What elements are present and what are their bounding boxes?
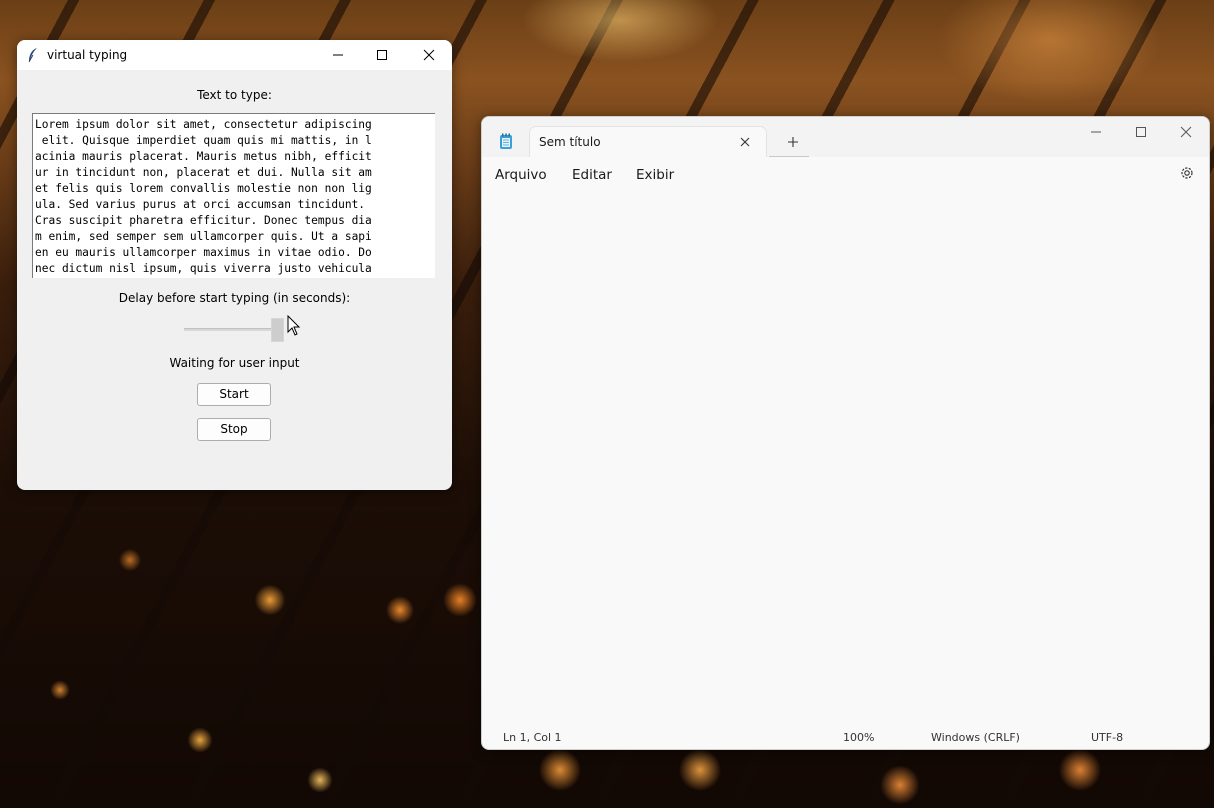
start-button[interactable]: Start: [197, 383, 271, 406]
delay-label: Delay before start typing (in seconds):: [118, 291, 351, 305]
delay-slider-track[interactable]: [184, 328, 280, 331]
cursor-position: Ln 1, Col 1: [503, 731, 562, 744]
minimize-button[interactable]: [1073, 117, 1119, 147]
gear-icon[interactable]: [1179, 165, 1195, 181]
minimize-button[interactable]: [315, 40, 361, 70]
maximize-button[interactable]: [1118, 117, 1164, 147]
close-icon: [1180, 126, 1192, 138]
plus-icon: [788, 137, 798, 147]
text-line: et felis quis lorem convallis molestie n…: [35, 182, 372, 195]
tab-strip: Sem título: [482, 117, 1209, 157]
tab-close-button[interactable]: [736, 133, 754, 151]
stop-button[interactable]: Stop: [197, 418, 271, 441]
text-line: acinia mauris placerat. Mauris metus nib…: [35, 150, 372, 163]
tab-title: Sem título: [539, 135, 601, 149]
menu-editar[interactable]: Editar: [572, 167, 612, 183]
text-line: nec dictum nisl ipsum, quis viverra just…: [35, 262, 372, 275]
close-button[interactable]: [1163, 117, 1209, 147]
menu-bar: Arquivo Editar Exibir: [482, 157, 1209, 193]
encoding: UTF-8: [1091, 731, 1124, 744]
text-line: Cras suscipit pharetra efficitur. Donec …: [35, 214, 372, 227]
text-line: Lorem ipsum dolor sit amet, consectetur …: [35, 118, 372, 131]
delay-slider-thumb[interactable]: [271, 318, 284, 342]
close-icon: [740, 137, 750, 147]
status-text: Waiting for user input: [169, 356, 300, 370]
text-line: ur in tincidunt non, placerat et dui. Nu…: [35, 166, 372, 179]
title-bar[interactable]: virtual typing: [17, 40, 452, 70]
menu-arquivo[interactable]: Arquivo: [495, 167, 547, 183]
notepad-icon: [500, 133, 512, 149]
close-icon: [423, 49, 435, 61]
feather-icon: [28, 48, 37, 63]
minimize-icon: [333, 54, 343, 56]
menu-exibir[interactable]: Exibir: [636, 167, 674, 183]
status-bar: Ln 1, Col 1 100% Windows (CRLF) UTF-8: [482, 723, 1209, 749]
tab-sem-titulo[interactable]: Sem título: [529, 126, 767, 157]
text-input-area[interactable]: Lorem ipsum dolor sit amet, consectetur …: [32, 113, 435, 278]
text-to-type-label: Text to type:: [197, 88, 272, 102]
maximize-button[interactable]: [359, 40, 405, 70]
new-tab-button[interactable]: [782, 131, 804, 153]
line-ending: Windows (CRLF): [931, 731, 1020, 744]
virtual-typing-window: virtual typing Text to type: Lorem ipsum…: [17, 40, 452, 490]
text-line: elit. Quisque imperdiet quam quis mi mat…: [35, 134, 372, 147]
notepad-window: Sem título Arquivo Editar Exibir Ln 1, C…: [481, 116, 1210, 750]
maximize-icon: [377, 50, 387, 60]
minimize-icon: [1091, 131, 1101, 133]
text-line: m enim, sed semper sem ullamcorper quis.…: [35, 230, 372, 243]
maximize-icon: [1136, 127, 1146, 137]
text-line: en eu mauris ullamcorper maximus in vita…: [35, 246, 372, 259]
mouse-cursor-icon: [287, 315, 301, 336]
zoom-level: 100%: [843, 731, 875, 744]
window-title: virtual typing: [47, 48, 128, 62]
text-line: ula. Sed varius purus at orci accumsan t…: [35, 198, 372, 211]
close-button[interactable]: [406, 40, 452, 70]
text-editor[interactable]: [482, 193, 1209, 723]
